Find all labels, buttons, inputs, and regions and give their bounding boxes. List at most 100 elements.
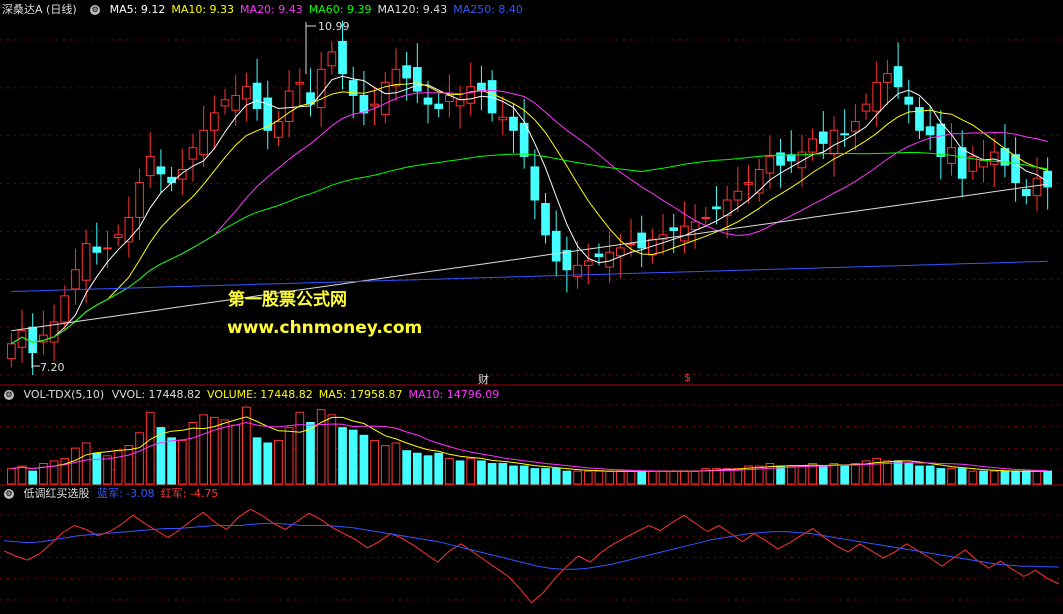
volume-bar [231,424,241,485]
volume-bar [402,450,411,485]
candle-body [370,103,379,107]
candle-body [423,97,433,105]
ma-line-5 [11,75,1048,345]
candle-body [455,99,465,107]
price-legend: 深桑达A (日线) ⚙ MA5: 9.12 MA10: 9.33 MA20: 9.4… [0,2,535,17]
volume-bar [348,429,358,485]
candle-body [701,216,711,219]
volume-bar [530,468,540,485]
gear-icon[interactable]: ⚙ [4,390,14,400]
candle-body [733,190,743,201]
candle-body [145,155,155,177]
volume-bar [851,463,860,485]
volume-legend: ⚙ VOL-TDX(5,10) VVOL: 17448.82 VOLUME: 17… [0,387,511,402]
volume-bar [466,457,476,485]
volume-bar [509,465,518,485]
ma-legend-item: MA5: 9.12 [109,3,166,16]
volume-bar [776,465,785,485]
candle-body [81,243,91,281]
volume-bar [284,427,294,485]
volume-bar [145,411,155,485]
candle-body [103,247,112,250]
candle-body [434,103,444,110]
candle-body [1032,177,1042,197]
candle-body [541,202,550,236]
volume-bar [188,422,198,485]
candle-body [861,103,871,112]
candle-body [936,123,946,157]
volume-bar [786,465,796,485]
chart-canvas [0,20,1063,604]
gear-icon[interactable]: ⚙ [4,489,14,499]
volume-bar [124,445,134,485]
volume-bar [519,465,529,485]
volume-bar [49,460,59,485]
candle-body [957,147,967,179]
indicator-legend: ⚙ 低调红买选股 蓝军: -3.08 红军: -4.75 [0,486,230,501]
volume-bar [103,455,112,485]
indicator-line [3,508,1060,604]
candle-body [242,86,251,100]
candle-body [1011,154,1020,184]
candle-body [637,232,647,249]
volume-bar [594,470,604,485]
candle-body [818,131,828,144]
watermark-title: 第一股票公式网 [228,290,347,310]
candle-body [477,82,486,92]
finance-marker[interactable]: 财 [478,371,489,387]
indicator-legend-item: 红军: -4.75 [160,487,219,500]
volume-bar [690,470,700,485]
volume-bar [487,463,497,485]
candle-body [391,68,401,87]
candle-body [1021,189,1031,197]
volume-ma10-line [11,421,1048,472]
volume-bar [156,427,166,485]
volume-legend-values: VVOL: 17448.82 VOLUME: 17448.82 MA5: 17958… [112,388,506,401]
candle-body [669,227,679,231]
candle-body [6,343,16,360]
volume-bar [498,463,508,485]
indicator-line [3,522,1060,570]
candle-body [124,216,134,243]
candle-body [498,116,508,121]
volume-bar [60,457,70,485]
volume-bar [904,463,914,485]
candle-body [808,138,817,153]
candle-body [712,206,721,210]
volume-bar [113,450,123,485]
ma-legend-item: MA10: 9.33 [171,3,235,16]
volume-bar [541,468,550,485]
volume-bar [648,470,657,485]
volume-bar [199,414,208,485]
volume-bar [989,470,999,485]
ma-legend-item: MA250: 8.40 [453,3,523,16]
volume-bar [338,427,347,485]
candle-body [412,67,422,92]
volume-bar [242,406,251,485]
volume-bar [947,468,956,485]
dividend-marker[interactable]: $ [684,371,691,384]
candle-body [113,234,123,238]
volume-bar [220,419,230,485]
watermark-url: www.chnmoney.com [227,318,423,338]
candle-body [989,151,999,165]
ma-legend: MA5: 9.12 MA10: 9.33 MA20: 9.43 MA60: 9.39 M… [110,3,529,16]
candle-body [840,133,850,136]
candle-body [220,99,230,107]
candle-body [904,96,914,105]
gear-icon[interactable]: ⚙ [90,5,101,15]
volume-bar [295,411,305,485]
volume-bar [883,460,892,485]
volume-title: VOL-TDX(5,10) [23,388,105,401]
ma-legend-item: MA60: 9.39 [308,3,372,16]
ma-line-20 [11,89,1048,345]
indicator-title: 低调红买选股 [23,487,90,500]
volume-bar [423,455,433,485]
candle-body [765,155,775,174]
volume-bar [562,470,572,485]
candle-body [209,112,219,131]
volume-bar [412,452,422,485]
candle-body [231,94,241,111]
volume-bar [733,468,743,485]
volume-bar [573,470,582,485]
